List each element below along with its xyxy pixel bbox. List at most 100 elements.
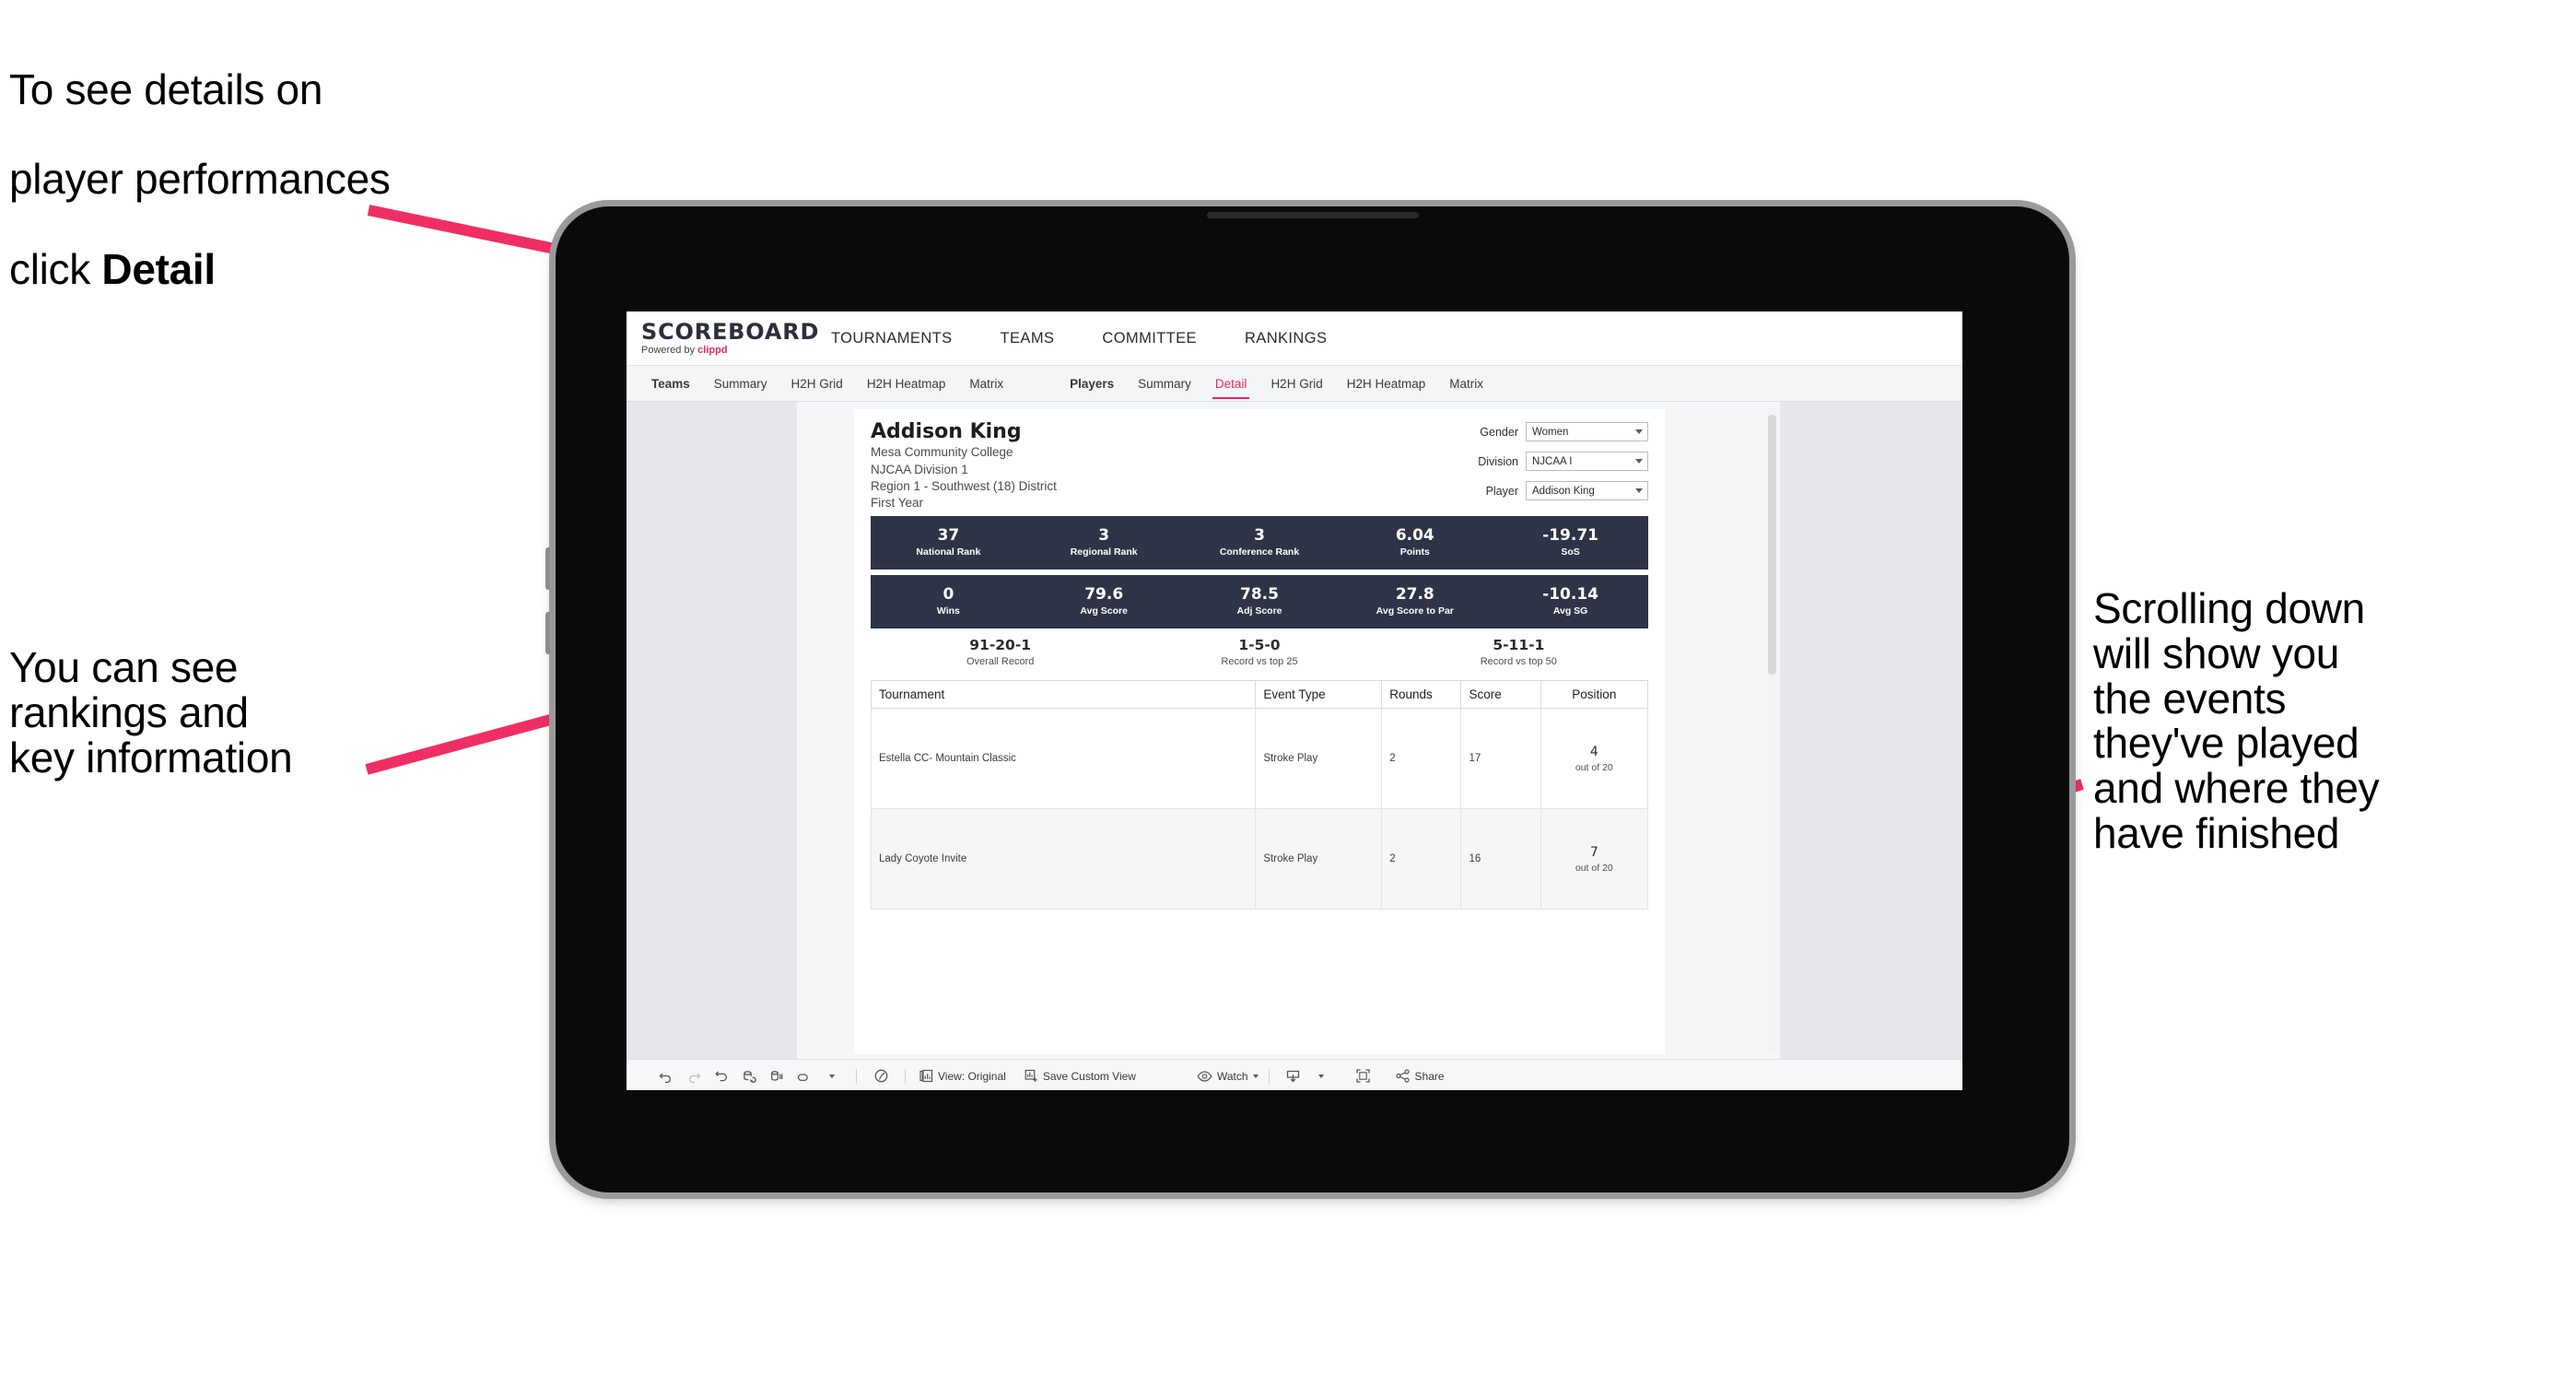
chevron-down-icon (1635, 488, 1643, 493)
redo-icon[interactable] (680, 1063, 708, 1089)
refresh-data-icon[interactable] (735, 1063, 763, 1089)
cell-event-type: Stroke Play (1255, 808, 1383, 910)
column-header-score[interactable]: Score (1460, 680, 1541, 710)
stat-value: 3 (1254, 526, 1265, 546)
stat-label: Regional Rank (1070, 546, 1138, 558)
tab-teams-h2h-heatmap[interactable]: H2H Heatmap (855, 366, 958, 401)
tab-group-divider (1015, 366, 1041, 401)
stat-value: -10.14 (1542, 585, 1598, 605)
stat-regional-rank: 3 Regional Rank (1026, 527, 1182, 558)
annotation-top-left-line3-bold: Detail (101, 244, 216, 293)
tablet-device: SCOREBOARD Powered by clippd TOURNAMENTS… (545, 206, 2069, 1192)
tab-players-h2h-heatmap[interactable]: H2H Heatmap (1335, 366, 1438, 401)
nav-item-teams[interactable]: TEAMS (977, 311, 1079, 365)
tablet-volume-down-button[interactable] (545, 612, 550, 654)
tablet-volume-up-button[interactable] (545, 547, 550, 590)
column-header-rounds[interactable]: Rounds (1381, 680, 1462, 710)
toolbar-divider (856, 1068, 857, 1084)
stat-value: 0 (943, 585, 954, 605)
show-hide-cards-icon[interactable] (867, 1063, 895, 1089)
watch-label: Watch (1216, 1069, 1248, 1083)
download-icon[interactable] (1280, 1063, 1307, 1089)
stat-value: 27.8 (1395, 585, 1434, 605)
stat-wins: 0 Wins (871, 586, 1026, 617)
nav-item-rankings[interactable]: RANKINGS (1221, 311, 1351, 365)
stat-avg-sg: -10.14 Avg SG (1493, 586, 1648, 617)
fullscreen-icon[interactable] (1350, 1063, 1377, 1089)
save-view-icon (1025, 1069, 1037, 1082)
stat-value: 6.04 (1395, 526, 1434, 546)
filter-select-gender[interactable]: Women (1526, 422, 1648, 441)
stat-conference-rank: 3 Conference Rank (1182, 527, 1338, 558)
filter-panel: Gender Women Division NJCAA I Player Add… (1444, 422, 1648, 511)
scrollbar-thumb[interactable] (1768, 415, 1776, 675)
dashboard-canvas: Addison King Mesa Community College NJCA… (626, 402, 1962, 1059)
tab-players-summary[interactable]: Summary (1126, 366, 1203, 401)
stat-label: Avg Score (1080, 605, 1128, 617)
vertical-scrollbar[interactable] (1768, 407, 1776, 1052)
record-value: 5-11-1 (1493, 636, 1545, 653)
cell-rounds: 2 (1381, 808, 1462, 910)
stat-value: -19.71 (1542, 526, 1598, 546)
cell-tournament: Estella CC- Mountain Classic (870, 708, 1257, 810)
stat-label: Avg Score to Par (1376, 605, 1454, 617)
tab-teams[interactable]: Teams (639, 366, 702, 401)
pause-resume-icon[interactable] (790, 1063, 818, 1089)
pause-auto-updates-icon[interactable] (763, 1063, 790, 1089)
tablet-speaker (1206, 212, 1419, 218)
column-header-position[interactable]: Position (1540, 680, 1649, 710)
stat-bar-scoring: 0 Wins 79.6 Avg Score 78.5 Adj Score 27.… (871, 575, 1648, 629)
nav-item-committee[interactable]: COMMITTEE (1078, 311, 1221, 365)
chevron-down-icon (1635, 429, 1643, 434)
column-header-event-type[interactable]: Event Type (1255, 680, 1383, 710)
cell-position: 4 out of 20 (1540, 708, 1649, 810)
annotation-top-left: To see details on player performances cl… (9, 22, 599, 336)
cell-rounds: 2 (1381, 708, 1462, 810)
stat-label: SoS (1561, 546, 1580, 558)
tab-teams-summary[interactable]: Summary (702, 366, 779, 401)
tab-players-matrix[interactable]: Matrix (1437, 366, 1495, 401)
tab-players-h2h-grid[interactable]: H2H Grid (1259, 366, 1334, 401)
table-row[interactable]: Lady Coyote Invite Stroke Play 2 16 7 ou… (870, 808, 1649, 910)
logo-powered-by: Powered by (641, 345, 698, 356)
pause-dropdown-icon[interactable] (818, 1063, 846, 1089)
filter-select-division[interactable]: NJCAA I (1526, 452, 1648, 471)
scoreboard-logo[interactable]: SCOREBOARD Powered by clippd (626, 321, 818, 356)
column-header-tournament[interactable]: Tournament (870, 680, 1257, 710)
player-detail-panel: Addison King Mesa Community College NJCA… (854, 409, 1665, 1054)
tab-teams-h2h-grid[interactable]: H2H Grid (779, 366, 855, 401)
record-value: 91-20-1 (969, 636, 1032, 653)
tab-players-detail[interactable]: Detail (1203, 366, 1259, 401)
save-custom-view-button[interactable]: Save Custom View (1025, 1069, 1136, 1083)
stat-adj-score: 78.5 Adj Score (1182, 586, 1338, 617)
nav-item-tournaments[interactable]: TOURNAMENTS (807, 311, 977, 365)
watch-button[interactable]: Watch (1197, 1070, 1259, 1083)
filter-label-player: Player (1485, 484, 1518, 498)
filter-row-player: Player Addison King (1444, 481, 1648, 500)
chevron-down-icon (1252, 1074, 1259, 1078)
view-original-button[interactable]: View: Original (919, 1069, 1006, 1083)
tab-strip: Teams Summary H2H Grid H2H Heatmap Matri… (626, 366, 1962, 402)
player-header: Addison King Mesa Community College NJCA… (871, 420, 1648, 511)
cell-event-type: Stroke Play (1255, 708, 1383, 810)
cell-tournament: Lady Coyote Invite (870, 808, 1257, 910)
download-dropdown-icon[interactable] (1307, 1063, 1335, 1089)
undo-icon[interactable] (652, 1063, 680, 1089)
stat-label: National Rank (916, 546, 981, 558)
filter-label-division: Division (1478, 454, 1518, 468)
toolbar-divider (905, 1068, 906, 1084)
stat-label: Conference Rank (1219, 546, 1300, 558)
tab-teams-matrix[interactable]: Matrix (957, 366, 1015, 401)
filter-row-division: Division NJCAA I (1444, 452, 1648, 471)
filter-select-player[interactable]: Addison King (1526, 481, 1648, 500)
logo-subtitle: Powered by clippd (641, 346, 807, 356)
dashboard-sheet: Addison King Mesa Community College NJCA… (797, 402, 1780, 1059)
annotation-top-left-line2: player performances (9, 155, 391, 204)
revert-icon[interactable] (708, 1063, 735, 1089)
record-row: 91-20-1 Overall Record 1-5-0 Record vs t… (871, 628, 1648, 675)
share-button[interactable]: Share (1395, 1069, 1445, 1083)
tab-players[interactable]: Players (1058, 366, 1126, 401)
stat-value: 37 (937, 526, 960, 546)
filter-value-gender: Women (1532, 426, 1569, 438)
table-row[interactable]: Estella CC- Mountain Classic Stroke Play… (870, 708, 1649, 810)
